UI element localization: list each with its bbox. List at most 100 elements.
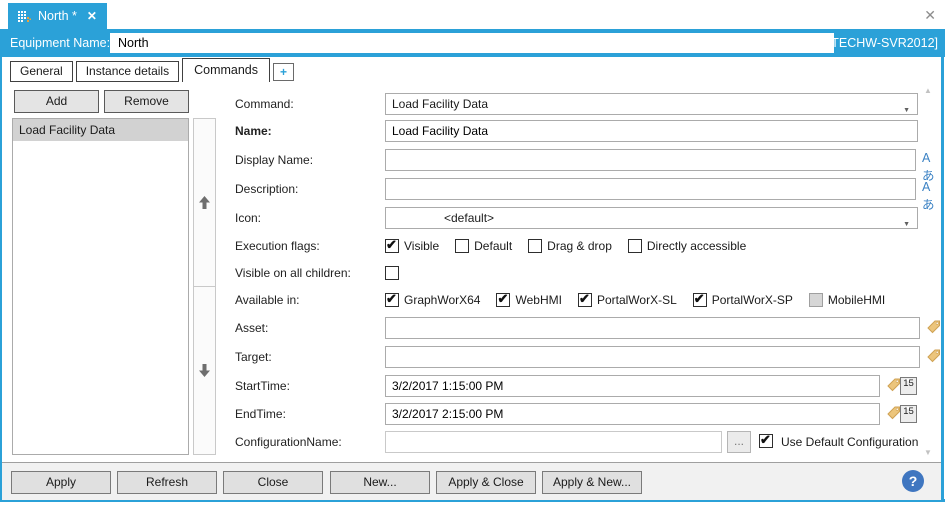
graphworx64-checkbox[interactable] [385,291,399,307]
portalworx-sl-checkbox[interactable] [577,291,592,307]
name-input[interactable] [385,120,918,142]
directly-accessible-checkbox[interactable] [627,239,642,253]
equipment-name-bar: Equipment Name: [TECHW-SVR2012] [0,29,945,57]
visible-on-all-children-checkbox[interactable] [385,266,399,280]
description-input[interactable] [385,178,916,200]
flag-visible: Visible [385,237,440,253]
help-icon[interactable]: ? [902,470,924,492]
reorder-column [193,118,216,455]
mobilehmi-checkbox-label: MobileHMI [827,293,886,307]
tag-icon[interactable] [886,377,901,392]
apply-and-new-button[interactable]: Apply & New... [542,471,642,494]
tab-general[interactable]: General [10,61,73,82]
flag-directly-accessible: Directly accessible [627,239,747,253]
visible-checkbox-label: Visible [404,239,440,253]
move-down-button[interactable] [193,287,216,455]
asset-label: Asset: [235,321,269,335]
webhmi-checkbox[interactable] [496,291,511,307]
configuration-name-input[interactable] [385,431,722,453]
apply-and-close-button[interactable]: Apply & Close [436,471,536,494]
new-button[interactable]: New... [330,471,430,494]
scrollbar-down-icon[interactable]: ▼ [922,448,934,457]
graphworx64-checkbox-label: GraphWorX64 [404,293,481,307]
chevron-down-icon: ▼ [903,221,910,228]
document-tab-north[interactable]: North * ✕ [8,3,107,29]
display-name-label: Display Name: [235,153,314,167]
tag-icon[interactable] [926,348,941,363]
icon-label: Icon: [235,211,262,225]
execution-flags-label: Execution flags: [235,239,320,253]
command-dropdown[interactable]: Load Facility Data ▼ [385,93,918,115]
default-checkbox[interactable] [455,239,470,253]
equipment-name-label: Equipment Name: [10,36,111,50]
apply-button[interactable]: Apply [11,471,111,494]
available-webhmi: WebHMI [496,291,562,307]
window-border-right [941,57,944,502]
end-time-input[interactable] [385,403,880,425]
move-up-button[interactable] [193,118,216,287]
equipment-name-input[interactable] [110,33,834,53]
portalworx-sp-checkbox[interactable] [692,291,707,307]
end-time-label: EndTime: [235,407,286,421]
flag-default: Default [455,239,512,253]
scrollbar-up-icon[interactable]: ▲ [922,86,934,95]
start-time-input[interactable] [385,375,880,397]
tab-strip: General Instance details Commands + [10,58,295,82]
display-name-input[interactable] [385,149,916,171]
tab-instance-details[interactable]: Instance details [75,61,180,82]
calendar-icon[interactable]: 15 [900,377,917,395]
icon-dropdown-value: <default> [444,211,495,225]
window-border-left [0,57,2,502]
directly-accessible-checkbox-label: Directly accessible [646,239,747,253]
close-button[interactable]: Close [223,471,323,494]
footer-bar: Apply Refresh Close New... Apply & Close… [2,462,941,500]
command-list-item-selected[interactable]: Load Facility Data [13,119,188,141]
visible-on-all-children-label: Visible on all children: [235,266,351,280]
description-label: Description: [235,182,299,196]
flag-drag-drop: Drag & drop [528,239,612,253]
default-checkbox-label: Default [474,239,513,253]
equipment-building-icon [18,10,31,22]
drag-drop-checkbox[interactable] [528,239,543,253]
drag-drop-checkbox-label: Drag & drop [547,239,612,253]
remove-button[interactable]: Remove [104,90,189,113]
server-badge: [TECHW-SVR2012] [827,36,938,50]
tag-icon[interactable] [886,405,901,420]
command-label: Command: [235,97,294,111]
arrow-down-icon [199,364,210,377]
available-portalworx-sl: PortalWorX-SL [577,291,677,307]
mobilehmi-checkbox [808,293,823,307]
command-list[interactable]: Load Facility Data [12,118,189,455]
portalworx-sl-checkbox-label: PortalWorX-SL [596,293,677,307]
configuration-name-label: ConfigurationName: [235,435,342,449]
available-mobilehmi: MobileHMI [808,293,886,307]
available-in-label: Available in: [235,293,300,307]
add-button[interactable]: Add [14,90,99,113]
asset-input[interactable] [385,317,920,339]
name-label: Name: [235,124,272,138]
available-portalworx-sp: PortalWorX-SP [692,291,793,307]
target-label: Target: [235,350,272,364]
tab-add-new[interactable]: + [273,63,295,81]
document-tab-title: North * [38,9,77,23]
tab-commands[interactable]: Commands [182,58,271,82]
available-graphworx64: GraphWorX64 [385,291,481,307]
arrow-up-icon [199,196,210,209]
use-default-configuration-checkbox[interactable] [759,432,773,448]
chevron-down-icon: ▼ [903,107,910,114]
target-input[interactable] [385,346,920,368]
calendar-icon[interactable]: 15 [900,405,917,423]
webhmi-checkbox-label: WebHMI [515,293,562,307]
workbench-window: ✕ North * ✕ Equipment Name: [TECHW-SVR20… [0,0,945,507]
start-time-label: StartTime: [235,379,290,393]
icon-dropdown[interactable]: <default> ▼ [385,207,918,229]
tag-icon[interactable] [926,319,941,334]
command-dropdown-value: Load Facility Data [392,97,489,111]
visible-checkbox[interactable] [385,237,399,253]
portalworx-sp-checkbox-label: PortalWorX-SP [711,293,793,307]
window-close-icon[interactable]: ✕ [924,7,936,24]
document-tab-close-icon[interactable]: ✕ [87,9,97,23]
refresh-button[interactable]: Refresh [117,471,217,494]
use-default-configuration-label: Use Default Configuration [781,435,919,449]
browse-button[interactable]: ... [727,431,751,453]
